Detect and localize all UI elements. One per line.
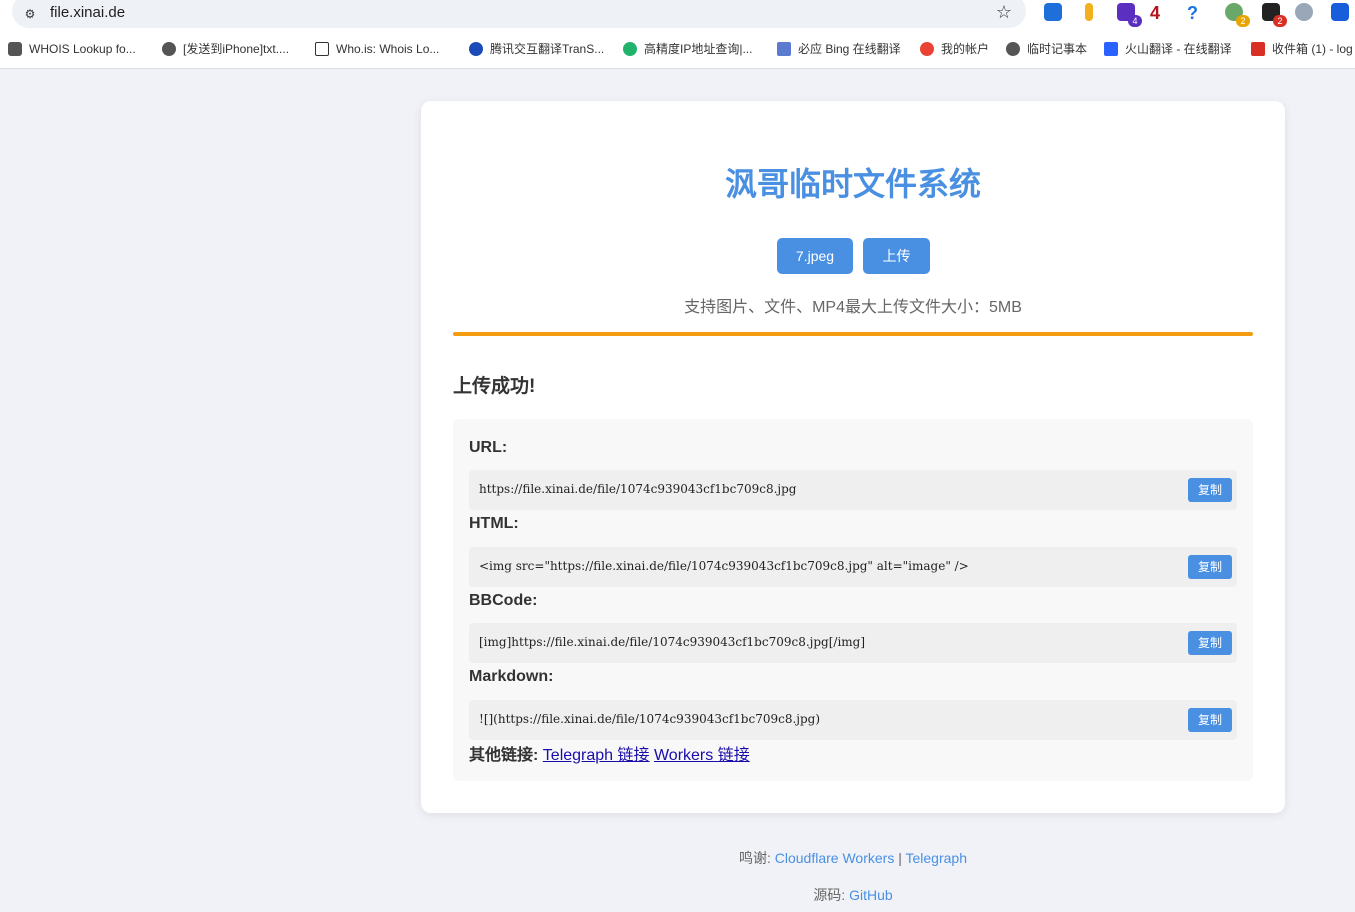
cloudflare-workers-link[interactable]: Cloudflare Workers [775,850,895,866]
source-line: 源码: GitHub [421,885,1285,905]
address-bar[interactable]: ⚙ file.xinai.de ☆ [12,0,1026,28]
telegraph-credit-link[interactable]: Telegraph [906,850,968,866]
extension-chat-icon[interactable]: 2 [1261,2,1287,27]
globe-icon [1006,42,1020,56]
w-icon [315,42,329,56]
success-heading: 上传成功! [453,376,536,397]
bookmark-item[interactable]: [发送到iPhone]txt.... [162,39,289,59]
credits-separator: | [894,850,906,866]
workers-link[interactable]: Workers 链接 [654,747,750,764]
volcano-icon [1104,42,1118,56]
extension-flag-icon[interactable] [1043,2,1065,24]
bing-translate-icon [777,42,791,56]
bookmark-item[interactable]: 临时记事本 [1006,39,1087,59]
markdown-value[interactable]: ![](https://file.xinai.de/file/1074c9390… [479,712,820,726]
source-label: 源码: [813,887,850,903]
globe-icon [162,42,176,56]
extension-green-icon[interactable]: 2 [1224,2,1250,27]
bbcode-label: BBCode: [469,592,538,609]
telegraph-link[interactable]: Telegraph 链接 [543,747,650,764]
gear-icon [8,42,22,56]
file-select-button[interactable]: 7.jpeg [777,238,853,274]
extension-compass-icon[interactable] [1294,2,1316,24]
address-url[interactable]: file.xinai.de [50,4,125,21]
other-links: 其他链接: Telegraph 链接 Workers 链接 [469,741,750,765]
bookmark-item[interactable]: Who.is: Whois Lo... [315,39,439,59]
bbcode-value[interactable]: [img]https://file.xinai.de/file/1074c939… [479,635,865,649]
gmail-icon [1251,42,1265,56]
copy-html-button[interactable]: 复制 [1188,555,1232,579]
ip-icon [623,42,637,56]
bookmark-item[interactable]: 我的帐户 [920,39,989,59]
html-value[interactable]: <img src="https://file.xinai.de/file/107… [479,559,969,573]
extension-badge: 4 [1128,15,1142,27]
bookmarks-bar: WHOIS Lookup fo... [发送到iPhone]txt.... Wh… [0,30,1355,69]
credits-line: 鸣谢: Cloudflare Workers | Telegraph [421,848,1285,868]
bookmark-item[interactable]: 收件箱 (1) - log [1251,39,1353,59]
extension-cube-icon[interactable]: 4 [1116,2,1142,27]
bookmark-item[interactable]: 火山翻译 - 在线翻译 [1104,39,1232,59]
url-value[interactable]: https://file.xinai.de/file/1074c939043cf… [479,482,796,496]
html-label: HTML: [469,515,519,532]
bbcode-output[interactable]: [img]https://file.xinai.de/file/1074c939… [469,623,1237,663]
site-info-icon[interactable]: ⚙ [22,6,38,22]
upload-hint: 支持图片、文件、MP4最大上传文件大小：5MB [684,299,1022,316]
result-panel: URL: https://file.xinai.de/file/1074c939… [453,419,1253,781]
extension-pencil-icon[interactable] [1079,2,1101,24]
bookmark-item[interactable]: 必应 Bing 在线翻译 [777,39,901,59]
extension-label: 4 [1150,3,1161,23]
upload-button[interactable]: 上传 [863,238,930,274]
markdown-output[interactable]: ![](https://file.xinai.de/file/1074c9390… [469,700,1237,740]
bookmark-item[interactable]: 高精度IP地址查询|... [623,39,752,59]
help-icon[interactable]: ? [1187,2,1209,24]
bookmark-star-icon[interactable]: ☆ [996,2,1012,23]
tencent-icon [469,42,483,56]
copy-url-button[interactable]: 复制 [1188,478,1232,502]
github-link[interactable]: GitHub [849,887,893,903]
url-output[interactable]: https://file.xinai.de/file/1074c939043cf… [469,470,1237,510]
url-label: URL: [469,439,508,456]
progress-fill [453,332,1253,336]
browser-toolbar: ⚙ file.xinai.de ☆ 4 4 ? 2 2 [0,0,1355,30]
other-links-label: 其他链接: [469,747,539,764]
markdown-label: Markdown: [469,668,554,685]
progress-bar [453,332,1253,336]
copy-bbcode-button[interactable]: 复制 [1188,631,1232,655]
bitwarden-icon[interactable] [1330,2,1352,24]
extension-4-icon[interactable]: 4 [1150,2,1172,24]
bookmark-item[interactable]: 腾讯交互翻译TranS... [469,39,604,59]
extension-badge: 2 [1273,15,1287,27]
google-icon [920,42,934,56]
copy-markdown-button[interactable]: 复制 [1188,708,1232,732]
credits-label: 鸣谢: [738,850,775,866]
html-output[interactable]: <img src="https://file.xinai.de/file/107… [469,547,1237,587]
upload-card: 沨哥临时文件系统 7.jpeg 上传 支持图片、文件、MP4最大上传文件大小：5… [421,101,1285,813]
bookmark-item[interactable]: WHOIS Lookup fo... [8,39,136,59]
page-title: 沨哥临时文件系统 [724,166,981,202]
extension-badge: 2 [1236,15,1250,27]
